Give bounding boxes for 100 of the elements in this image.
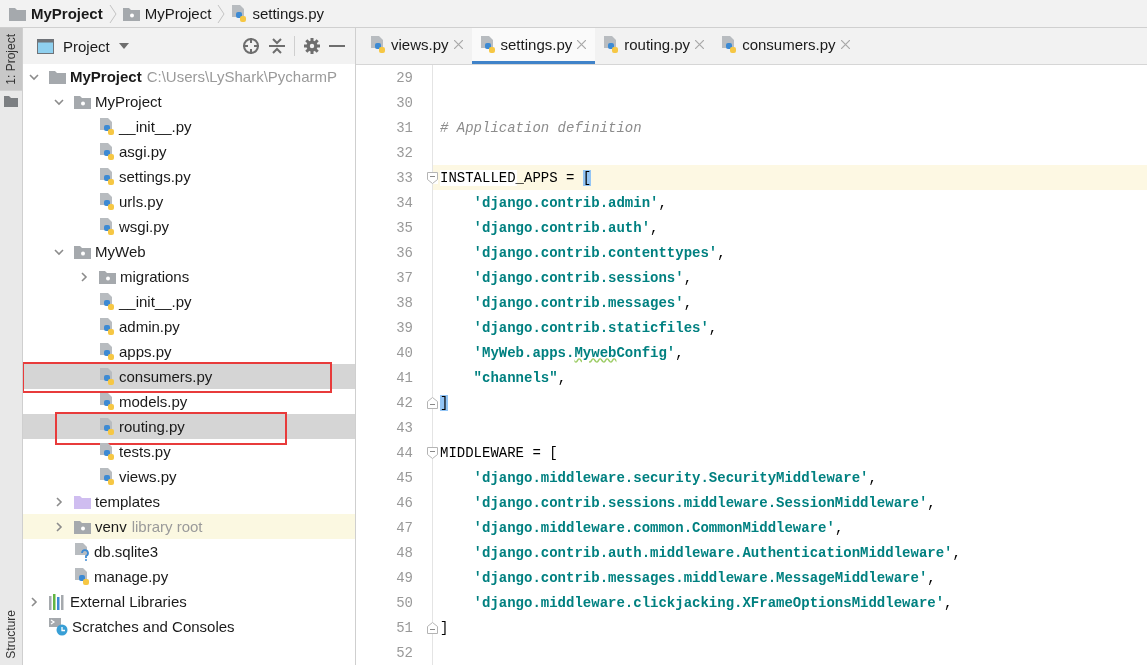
tree-row[interactable]: templates xyxy=(23,489,355,514)
structure-tool-button[interactable]: Structure xyxy=(0,604,22,665)
folder-icon xyxy=(74,94,91,109)
close-icon[interactable] xyxy=(577,40,587,49)
folder-icon xyxy=(9,6,26,21)
tree-row[interactable]: views.py xyxy=(23,464,355,489)
folder-icon xyxy=(99,269,116,284)
fold-marker-icon[interactable] xyxy=(427,621,438,634)
panel-title[interactable]: Project xyxy=(63,37,110,55)
python-file-icon xyxy=(479,35,496,54)
python-file-icon xyxy=(99,142,115,161)
python-file-icon xyxy=(99,117,115,136)
tree-row[interactable]: MyProject xyxy=(23,89,355,114)
line-number: 51 xyxy=(395,619,413,636)
line-number: 32 xyxy=(395,144,413,161)
chevron-icon[interactable] xyxy=(54,246,64,257)
editor-tab[interactable]: views.py xyxy=(362,28,472,64)
line-number: 46 xyxy=(395,494,413,511)
tree-row[interactable]: MyProject C:\Users\LyShark\PycharmP xyxy=(23,64,355,89)
fold-marker-icon[interactable] xyxy=(427,446,438,459)
tree-item-label: manage.py xyxy=(94,568,169,585)
close-icon[interactable] xyxy=(453,40,463,49)
line-number: 40 xyxy=(395,344,413,361)
tree-item-label: MyWeb xyxy=(95,243,146,260)
path-hint: C:\Users\LyShark\PycharmP xyxy=(146,68,338,85)
tree-row[interactable]: consumers.py xyxy=(23,364,355,389)
dropdown-caret-icon[interactable] xyxy=(118,43,129,49)
tree-row[interactable]: settings.py xyxy=(23,164,355,189)
code-line: 'django.contrib.sessions.middleware.SessionMiddleware', xyxy=(472,494,936,511)
tree-row[interactable]: manage.py xyxy=(23,564,355,589)
close-icon[interactable] xyxy=(695,40,705,49)
code-line: "channels", xyxy=(472,369,567,386)
fold-marker-icon[interactable] xyxy=(427,396,438,409)
tree-row[interactable]: db.sqlite3 xyxy=(23,539,355,564)
editor-tab[interactable]: settings.py xyxy=(471,28,596,64)
project-tool-button[interactable]: 1: Project xyxy=(0,28,22,91)
chevron-icon[interactable] xyxy=(54,96,64,107)
python-file-icon xyxy=(603,35,620,54)
tree-row[interactable]: routing.py xyxy=(23,414,355,439)
tree-row[interactable]: venv library root xyxy=(23,514,355,539)
tree-row[interactable]: apps.py xyxy=(23,339,355,364)
scratches-icon xyxy=(49,617,68,636)
editor-tab[interactable]: consumers.py xyxy=(713,28,859,64)
breadcrumb-item[interactable]: MyProject xyxy=(31,5,103,22)
tree-item-label: templates xyxy=(95,493,161,510)
tree-item-label: settings.py xyxy=(119,168,191,185)
tree-row[interactable]: asgi.py xyxy=(23,139,355,164)
python-file-icon xyxy=(99,392,115,411)
breadcrumb-item[interactable]: settings.py xyxy=(252,5,325,22)
tree-row[interactable]: models.py xyxy=(23,389,355,414)
tree-item-label: migrations xyxy=(120,268,190,285)
python-file-icon xyxy=(99,192,115,211)
line-number: 30 xyxy=(395,94,413,111)
tree-row[interactable]: __init__.py xyxy=(23,114,355,139)
tree-row[interactable]: MyWeb xyxy=(23,239,355,264)
tree-row[interactable]: __init__.py xyxy=(23,289,355,314)
code-line: 'django.contrib.staticfiles', xyxy=(472,319,718,336)
code-line: 'django.contrib.messages', xyxy=(472,294,693,311)
chevron-icon[interactable] xyxy=(29,71,39,82)
line-number: 33 xyxy=(395,169,413,186)
tree-item-label: models.py xyxy=(119,393,188,410)
line-number: 42 xyxy=(395,394,413,411)
tree-row[interactable]: wsgi.py xyxy=(23,214,355,239)
minimize-icon[interactable] xyxy=(329,44,345,48)
tree-row[interactable]: migrations xyxy=(23,264,355,289)
tree-row[interactable]: tests.py xyxy=(23,439,355,464)
tree-row[interactable]: admin.py xyxy=(23,314,355,339)
tree-row[interactable]: Scratches and Consoles xyxy=(23,614,355,639)
tree-item-label: views.py xyxy=(119,468,177,485)
chevron-icon[interactable] xyxy=(54,521,64,532)
line-number: 52 xyxy=(395,644,413,661)
line-number: 49 xyxy=(395,569,413,586)
line-number: 47 xyxy=(395,519,413,536)
fold-marker-icon[interactable] xyxy=(427,171,438,184)
tree-item-label: apps.py xyxy=(119,343,172,360)
chevron-icon[interactable] xyxy=(79,271,89,282)
unknown-file-icon xyxy=(74,542,90,561)
line-number: 41 xyxy=(395,369,413,386)
python-file-icon xyxy=(99,167,115,186)
folder-icon xyxy=(49,69,66,84)
line-number: 45 xyxy=(395,469,413,486)
collapse-all-icon[interactable] xyxy=(269,37,285,55)
python-file-icon xyxy=(74,567,90,586)
python-file-icon xyxy=(721,35,738,54)
tree-row[interactable]: urls.py xyxy=(23,189,355,214)
line-number: 29 xyxy=(395,69,413,86)
chevron-icon[interactable] xyxy=(29,596,39,607)
editor-tab[interactable]: routing.py xyxy=(595,28,714,64)
breadcrumb-item[interactable]: MyProject xyxy=(144,5,212,22)
settings-icon[interactable] xyxy=(304,38,320,54)
tree-row[interactable]: External Libraries xyxy=(23,589,355,614)
close-icon[interactable] xyxy=(840,40,850,49)
line-number: 39 xyxy=(395,319,413,336)
tree-item-label: External Libraries xyxy=(70,593,187,610)
tree-item-label: Scratches and Consoles xyxy=(72,618,235,635)
chevron-icon[interactable] xyxy=(54,496,64,507)
code-line: 'django.contrib.auth', xyxy=(472,219,659,236)
tree-item-label: __init__.py xyxy=(119,293,192,310)
tree-item-label: MyProject xyxy=(70,68,142,85)
locate-icon[interactable] xyxy=(242,37,260,55)
